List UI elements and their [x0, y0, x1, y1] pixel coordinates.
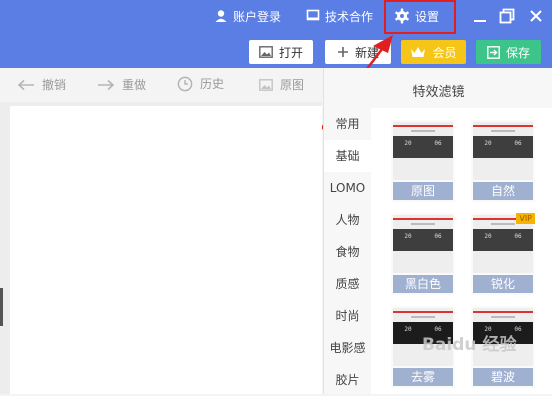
tech-cooperation-label: 技术合作 [325, 9, 374, 24]
filter-label: 锐化 [473, 275, 533, 293]
new-label: 新建 [354, 45, 379, 60]
undo-button[interactable]: 撤销 [17, 76, 66, 93]
minimize-icon [474, 20, 486, 22]
filter-category-item[interactable]: LOMO [324, 172, 371, 204]
open-button[interactable]: 打开 [249, 40, 313, 64]
clock-icon [177, 76, 193, 91]
preview-header-line [491, 316, 515, 318]
filter-category-item[interactable]: 时尚 [324, 300, 371, 332]
preview-number: 06 [434, 140, 442, 147]
preview-red-line [473, 125, 533, 127]
filter-label: 黑白色 [393, 275, 453, 293]
maximize-button[interactable] [497, 6, 517, 26]
filter-category-item[interactable]: 胶片 [324, 364, 371, 396]
preview-number: 06 [514, 140, 522, 147]
preview-red-line [393, 311, 453, 313]
panel-title: 特效滤镜 [412, 85, 465, 100]
left-scroll-handle[interactable] [0, 288, 3, 326]
filter-thumbnail[interactable]: 20 06 黑白色 [391, 213, 455, 295]
filter-category-list: 常用 基础 LOMO 人物 食物 质感 时尚 电影感 胶片 [324, 108, 371, 396]
crown-icon [411, 47, 426, 57]
preview-numbers: 20 06 [473, 140, 533, 147]
preview-red-line [473, 311, 533, 313]
preview-number: 06 [514, 233, 522, 240]
filter-category-item[interactable]: 电影感 [324, 332, 371, 364]
close-button[interactable] [526, 6, 546, 26]
filter-category-item[interactable]: 常用 [324, 108, 371, 140]
undo-label: 撤销 [42, 78, 67, 92]
editing-canvas[interactable] [10, 106, 322, 394]
close-icon [530, 10, 542, 22]
preview-number: 20 [404, 233, 412, 240]
filter-category-item[interactable]: 质感 [324, 268, 371, 300]
filter-thumbnail[interactable]: 20 06 锐化 VIP [471, 213, 535, 295]
watermark: Baidu 经验 [422, 335, 517, 355]
image-icon [259, 46, 273, 58]
preview-number: 06 [434, 233, 442, 240]
preview-numbers: 20 06 [393, 140, 453, 147]
preview-header-line [411, 130, 435, 132]
filter-label: 原图 [393, 182, 453, 200]
history-button[interactable]: 历史 [177, 75, 224, 92]
vip-badge: VIP [516, 213, 535, 224]
filter-label: 自然 [473, 182, 533, 200]
filter-thumbnail[interactable]: 20 06 自然 [471, 120, 535, 202]
open-label: 打开 [278, 45, 303, 60]
monitor-icon [306, 9, 320, 21]
save-label: 保存 [505, 45, 530, 60]
preview-number: 20 [484, 140, 492, 147]
filter-label: 去雾 [393, 368, 453, 386]
preview-number: 20 [484, 233, 492, 240]
export-icon [487, 45, 500, 59]
canvas-area [0, 102, 322, 394]
minimize-button[interactable] [470, 6, 490, 26]
preview-red-line [393, 125, 453, 127]
vip-label: 会员 [432, 45, 457, 60]
preview-header-line [491, 130, 515, 132]
redo-button[interactable]: 重做 [97, 76, 146, 93]
vip-button[interactable]: 会员 [401, 40, 466, 64]
filter-category-item[interactable]: 基础 [324, 140, 371, 172]
tech-cooperation-link[interactable]: 技术合作 [306, 0, 373, 32]
original-label: 原图 [280, 78, 305, 92]
account-login-label: 账户登录 [233, 9, 282, 24]
original-button[interactable]: 原图 [259, 76, 304, 93]
preview-number: 20 [404, 140, 412, 147]
preview-numbers: 20 06 [473, 233, 533, 240]
filter-category-item[interactable]: 人物 [324, 204, 371, 236]
settings-highlight-box [384, 0, 456, 34]
history-label: 历史 [200, 77, 225, 91]
account-login-link[interactable]: 账户登录 [214, 0, 281, 32]
restore-icon [499, 8, 515, 24]
redo-label: 重做 [122, 78, 147, 92]
arrow-left-icon [17, 79, 34, 90]
image-icon [259, 78, 273, 91]
preview-numbers: 20 06 [393, 233, 453, 240]
filter-category-item[interactable]: 食物 [324, 236, 371, 268]
filter-thumbnail[interactable]: 20 06 原图 [391, 120, 455, 202]
preview-header-line [411, 316, 435, 318]
new-button[interactable]: 新建 [325, 40, 391, 64]
preview-red-line [393, 218, 453, 220]
save-button[interactable]: 保存 [476, 40, 541, 64]
user-icon [215, 10, 227, 22]
preview-header-line [411, 223, 435, 225]
preview-header-line [491, 223, 515, 225]
arrow-right-icon [98, 79, 115, 90]
preview-number: 20 [404, 326, 412, 333]
plus-icon [337, 47, 348, 57]
filter-label: 碧波 [473, 368, 533, 386]
